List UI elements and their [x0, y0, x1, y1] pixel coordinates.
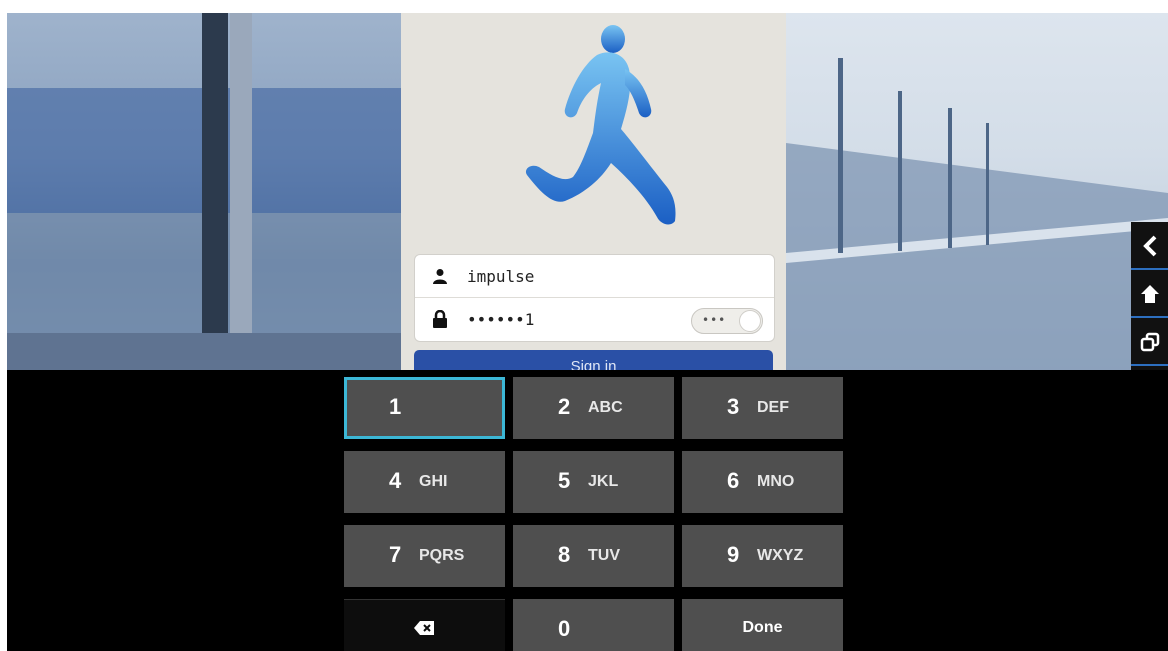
sign-in-button[interactable]: Sign in	[414, 350, 773, 370]
username-field[interactable]: impulse	[415, 255, 774, 298]
divider	[1131, 268, 1168, 270]
key-letters: JKL	[588, 473, 619, 490]
key-1[interactable]: 1	[344, 377, 505, 439]
done-key[interactable]: Done	[682, 599, 843, 651]
back-icon[interactable]	[1131, 224, 1168, 268]
running-man-logo	[525, 25, 676, 225]
wallpaper-background: impulse ••••••1 ••• Sign in	[7, 13, 1168, 370]
toggle-dots: •••	[702, 313, 727, 327]
key-digit: 1	[389, 394, 402, 419]
key-4[interactable]: 4 GHI	[344, 451, 505, 513]
username-value: impulse	[467, 266, 535, 286]
lock-icon	[431, 310, 449, 328]
key-digit: 3	[727, 394, 740, 419]
backspace-icon	[414, 621, 434, 640]
key-digit: 8	[558, 542, 571, 567]
divider	[1131, 316, 1168, 318]
home-icon[interactable]	[1131, 272, 1168, 316]
key-letters: WXYZ	[757, 547, 804, 564]
toggle-knob	[739, 310, 761, 332]
key-3[interactable]: 3 DEF	[682, 377, 843, 439]
done-label: Done	[742, 619, 783, 636]
key-5[interactable]: 5 JKL	[513, 451, 674, 513]
key-letters: MNO	[757, 473, 795, 490]
key-letters: GHI	[419, 473, 448, 490]
login-card: impulse ••••••1 ••• Sign in	[401, 13, 786, 370]
key-0[interactable]: 0	[513, 599, 674, 651]
key-digit: 7	[389, 542, 402, 567]
show-password-toggle[interactable]: •••	[691, 308, 763, 334]
key-letters: DEF	[757, 399, 789, 416]
device-screen: impulse ••••••1 ••• Sign in 1 2 ABC 3 DE…	[7, 13, 1168, 651]
password-field[interactable]: ••••••1 •••	[415, 298, 774, 340]
key-letters: ABC	[588, 399, 623, 416]
key-digit: 0	[558, 616, 571, 641]
key-digit: 2	[558, 394, 571, 419]
delete-key[interactable]	[344, 599, 505, 651]
key-letters: PQRS	[419, 547, 465, 564]
key-digit: 4	[389, 468, 402, 493]
user-icon	[431, 267, 449, 285]
key-digit: 5	[558, 468, 571, 493]
numeric-keypad: 1 2 ABC 3 DEF 4 GHI 5 JKL 6 MNO 7 PQRS 8…	[7, 370, 1168, 651]
bridge-pylon-left	[7, 13, 401, 370]
key-digit: 6	[727, 468, 740, 493]
wallpaper-right	[786, 13, 1168, 370]
key-7[interactable]: 7 PQRS	[344, 525, 505, 587]
recent-apps-icon[interactable]	[1131, 320, 1168, 364]
key-digit: 9	[727, 542, 740, 567]
bridge-scene-right	[786, 58, 1168, 370]
wallpaper-left	[7, 13, 401, 370]
key-2[interactable]: 2 ABC	[513, 377, 674, 439]
divider	[1131, 364, 1168, 366]
key-8[interactable]: 8 TUV	[513, 525, 674, 587]
password-value: ••••••1	[467, 309, 535, 329]
key-9[interactable]: 9 WXYZ	[682, 525, 843, 587]
login-form: impulse ••••••1 •••	[414, 254, 775, 342]
key-6[interactable]: 6 MNO	[682, 451, 843, 513]
key-letters: TUV	[588, 547, 620, 564]
